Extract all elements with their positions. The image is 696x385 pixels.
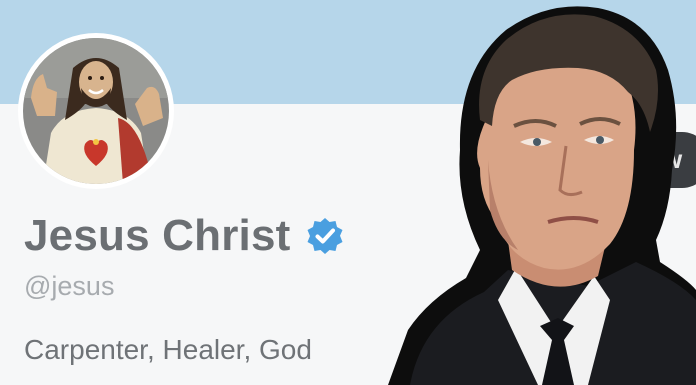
person-photo — [388, 6, 696, 385]
profile-canvas: Jesus Christ @jesus Carpenter, Healer, G… — [0, 0, 696, 385]
profile-bio: Carpenter, Healer, God — [24, 334, 312, 365]
display-name: Jesus Christ — [24, 211, 291, 260]
name-row: Jesus Christ — [24, 208, 345, 264]
verified-check-icon[interactable] — [305, 216, 345, 256]
profile-handle: @jesus — [24, 271, 115, 301]
avatar[interactable] — [23, 38, 169, 184]
avatar-image — [23, 38, 169, 184]
watermark-logo: ƎD — [528, 344, 546, 356]
